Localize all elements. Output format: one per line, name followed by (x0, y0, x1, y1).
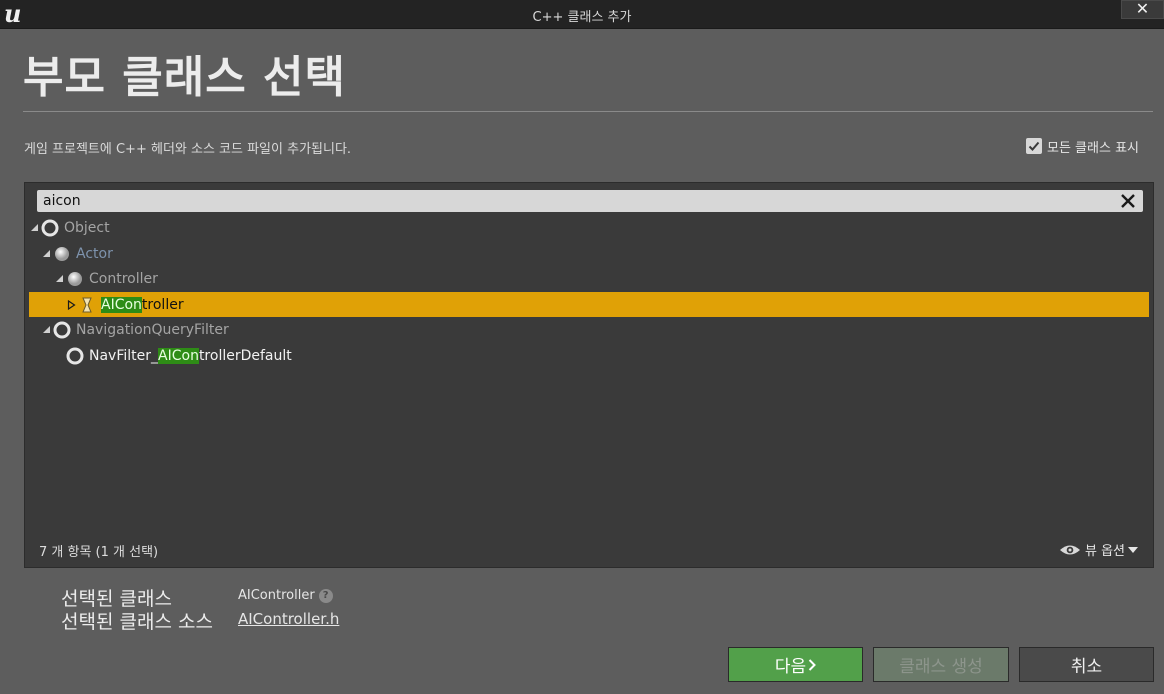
clear-x-icon[interactable] (1119, 192, 1137, 210)
selected-class-value: AIController? (238, 588, 333, 603)
page-title: 부모 클래스 선택 (23, 52, 346, 103)
chevron-down-icon (1128, 546, 1139, 553)
search-match-highlight: AICon (158, 347, 199, 364)
circle-ring-icon (52, 320, 72, 340)
tree-item-label: AIController (101, 296, 184, 313)
selected-class-source-label: 선택된 클래스 소스 (61, 611, 213, 633)
tree-item-label: Controller (89, 270, 158, 287)
selected-class-name: AIController (238, 588, 315, 603)
expand-arrow-icon[interactable] (54, 274, 64, 284)
help-icon[interactable]: ? (318, 588, 333, 603)
expand-arrow-icon[interactable] (41, 249, 51, 259)
tree-item-label: NavFilter_AIControllerDefault (89, 347, 292, 364)
sphere-icon (52, 244, 72, 264)
tree-item-aicontroller[interactable]: AIController (29, 292, 1149, 317)
heading-divider (23, 111, 1153, 112)
selected-class-source-link[interactable]: AIController.h (238, 610, 339, 628)
search-input[interactable] (43, 190, 1103, 212)
search-match-highlight: AICon (101, 296, 142, 313)
tree-item-label-rest: trollerDefault (198, 347, 292, 364)
search-box (37, 190, 1143, 212)
close-button[interactable]: ✕ (1121, 0, 1164, 19)
tree-item-controller[interactable]: Controller (29, 266, 1164, 291)
next-button-label: 다음 (774, 657, 807, 677)
chevron-right-icon (808, 658, 817, 671)
tree-item-navfilter-aicontrollerdefault[interactable]: NavFilter_AIControllerDefault (29, 343, 1164, 368)
show-all-classes-toggle[interactable]: 모든 클래스 표시 (1026, 137, 1139, 156)
tree-item-actor[interactable]: Actor (29, 241, 1161, 266)
title-bar: u C++ 클래스 추가 ✕ (0, 0, 1164, 29)
tree-item-label-prefix: NavFilter_ (89, 347, 159, 364)
circle-ring-icon (40, 218, 60, 238)
view-options-button[interactable]: 뷰 옵션 (1059, 540, 1139, 559)
circle-ring-icon (65, 346, 85, 366)
tree-item-label: Object (64, 219, 110, 236)
hourglass-icon (77, 295, 97, 315)
sphere-icon (65, 269, 85, 289)
next-button[interactable]: 다음 (728, 647, 863, 682)
expand-arrow-icon[interactable] (41, 325, 51, 335)
create-class-button[interactable]: 클래스 생성 (873, 647, 1009, 682)
tree-item-object[interactable]: Object (29, 215, 1149, 240)
view-options-label: 뷰 옵션 (1085, 544, 1126, 559)
show-all-label: 모든 클래스 표시 (1047, 140, 1139, 156)
window-title: C++ 클래스 추가 (532, 10, 632, 25)
tree-item-navigationqueryfilter[interactable]: NavigationQueryFilter (29, 317, 1161, 342)
tree-item-label: Actor (76, 245, 113, 262)
show-all-checkbox[interactable] (1026, 138, 1042, 154)
expand-arrow-icon[interactable] (29, 223, 39, 233)
class-picker-panel: Object Actor Controller AIController (24, 182, 1154, 568)
description-text: 게임 프로젝트에 C++ 헤더와 소스 코드 파일이 추가됩니다. (24, 142, 352, 157)
tree-item-label: NavigationQueryFilter (76, 321, 229, 338)
item-count: 7 개 항목 (1 개 선택) (39, 545, 159, 560)
eye-icon (1060, 545, 1080, 554)
cancel-button[interactable]: 취소 (1019, 647, 1154, 682)
checkmark-icon (1028, 141, 1040, 151)
tree-item-label-rest: troller (141, 296, 184, 313)
collapsed-arrow-icon[interactable] (66, 299, 76, 310)
